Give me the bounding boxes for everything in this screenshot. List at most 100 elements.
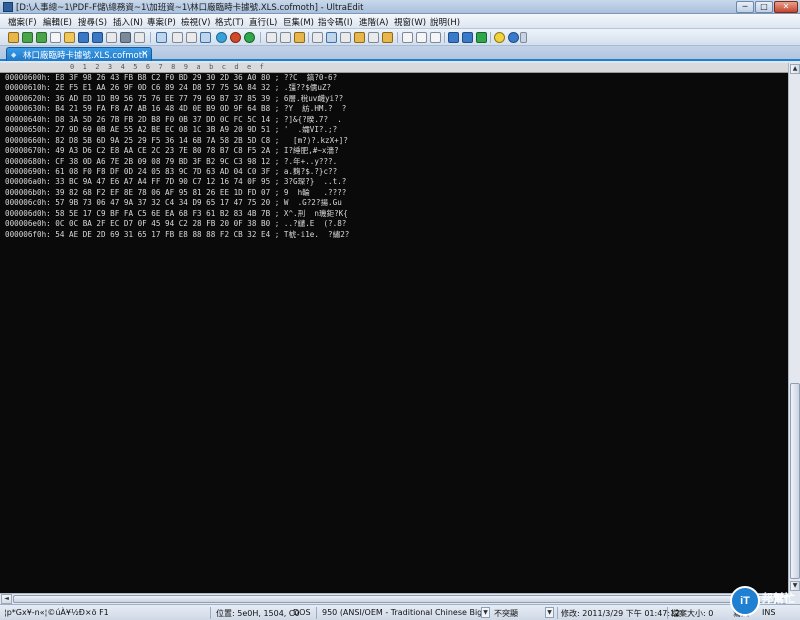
tab-grip-icon: ◆: [11, 51, 17, 59]
hex-line[interactable]: 000006b0h: 39 82 68 F2 EF 8E 78 06 AF 95…: [5, 188, 349, 198]
status-line-ending[interactable]: DOS: [293, 608, 311, 617]
tab-strip: ◆ 林口廠臨時卡據號.XLS.cofmoth ×: [0, 46, 800, 61]
cut-icon[interactable]: [266, 32, 277, 43]
title-bar: [D:\人事總~1\PDF-F儲\總務資~1\加班資~1\林口廠臨時卡據號.XL…: [0, 0, 800, 14]
network-icon[interactable]: [462, 32, 473, 43]
line-numbers-icon[interactable]: [200, 32, 211, 43]
hex-lines: 00000600h: E8 3F 98 26 43 FB B8 C2 F0 BD…: [5, 73, 349, 240]
minimize-button[interactable]: ─: [736, 1, 754, 13]
save-icon[interactable]: [78, 32, 89, 43]
paste-icon[interactable]: [294, 32, 305, 43]
toolbar-separator: [490, 32, 491, 43]
hex-line[interactable]: 000006d0h: 58 5E 17 C9 BF FA C5 6E EA 68…: [5, 209, 349, 219]
menu-macro[interactable]: 巨集(M): [283, 16, 314, 28]
hex-line[interactable]: 000006e0h: 0C 0C BA 2F EC D7 0F 45 94 C2…: [5, 219, 349, 229]
hex-line[interactable]: 00000610h: 2E F5 E1 AA 26 9F 0D C6 89 24…: [5, 83, 349, 93]
copy-icon[interactable]: [280, 32, 291, 43]
hex-line[interactable]: 000006f0h: 54 AE DE 2D 69 31 65 17 FB E8…: [5, 230, 349, 240]
spell-check-icon[interactable]: [382, 32, 393, 43]
scroll-up-icon[interactable]: ▲: [790, 64, 800, 74]
status-highlight[interactable]: 不突顯: [494, 608, 518, 619]
menu-script[interactable]: 指令碼(I): [318, 16, 353, 28]
codepage-dropdown-icon[interactable]: ▼: [481, 607, 490, 618]
close-button[interactable]: ✕: [774, 1, 798, 13]
stop-icon[interactable]: [230, 32, 241, 43]
status-modified: 修改: 2011/3/29 下午 01:47:12: [561, 609, 681, 618]
status-divider: [667, 607, 668, 619]
cascade-icon[interactable]: [430, 32, 441, 43]
menu-window[interactable]: 視窗(W): [394, 16, 426, 28]
toolbar-separator: [397, 32, 398, 43]
back-arrow-icon[interactable]: [22, 32, 33, 43]
help-icon[interactable]: [508, 32, 519, 43]
menu-format[interactable]: 格式(T): [215, 16, 244, 28]
tab-close-icon[interactable]: ×: [141, 49, 149, 59]
watermark-logo: iT: [730, 586, 760, 616]
hex-line[interactable]: 00000620h: 36 AD ED 1D B9 56 75 76 EE 77…: [5, 94, 349, 104]
ftp-icon[interactable]: [448, 32, 459, 43]
status-position: 位置: 5e0H, 1504, C0: [216, 609, 300, 618]
vertical-scrollbar[interactable]: ▲ ▼: [788, 63, 800, 593]
hex-editor-area[interactable]: 00000600h: E8 3F 98 26 43 FB B8 C2 F0 BD…: [0, 73, 788, 593]
menu-view[interactable]: 檢視(V): [181, 16, 210, 28]
replace-icon[interactable]: [340, 32, 351, 43]
lightbulb-icon[interactable]: [494, 32, 505, 43]
maximize-button[interactable]: □: [755, 1, 773, 13]
toolbar-separator: [260, 32, 261, 43]
forward-arrow-icon[interactable]: [36, 32, 47, 43]
menu-help[interactable]: 說明(H): [430, 16, 460, 28]
bookmark-icon[interactable]: [354, 32, 365, 43]
find-in-files-icon[interactable]: [326, 32, 337, 43]
scroll-left-icon[interactable]: ◄: [1, 594, 12, 604]
menu-file[interactable]: 檔案(F): [8, 16, 37, 28]
hex-line[interactable]: 00000650h: 27 9D 69 0B AE 55 A2 BE EC 08…: [5, 125, 349, 135]
hex-line[interactable]: 000006c0h: 57 9B 73 06 47 9A 37 32 C4 34…: [5, 198, 349, 208]
print-icon[interactable]: [120, 32, 131, 43]
menu-advanced[interactable]: 進階(A): [359, 16, 388, 28]
hex-line[interactable]: 00000640h: D8 3A 5D 26 7B FB 2D B8 F0 0B…: [5, 115, 349, 125]
hex-line[interactable]: 00000680h: CF 38 0D A6 7E 2B 09 08 79 BD…: [5, 157, 349, 167]
vertical-scroll-thumb[interactable]: [790, 383, 800, 579]
find-icon[interactable]: [312, 32, 323, 43]
column-mode-icon[interactable]: [186, 32, 197, 43]
hex-line[interactable]: 00000690h: 61 08 F0 F8 DF 0D 24 05 83 9C…: [5, 167, 349, 177]
globe-icon[interactable]: [216, 32, 227, 43]
close-file-icon[interactable]: [106, 32, 117, 43]
status-divider: [210, 607, 211, 619]
app-icon: [3, 2, 13, 12]
highlight-dropdown-icon[interactable]: ▼: [545, 607, 554, 618]
hex-line[interactable]: 00000630h: B4 21 59 FA F8 A7 AB 16 48 4D…: [5, 104, 349, 114]
menu-column[interactable]: 直行(L): [249, 16, 277, 28]
tile-horizontal-icon[interactable]: [402, 32, 413, 43]
horizontal-scrollbar[interactable]: ◄ ►: [0, 593, 788, 604]
menu-project[interactable]: 專案(P): [147, 16, 176, 28]
sync-icon[interactable]: [476, 32, 487, 43]
hex-mode-icon[interactable]: [156, 32, 167, 43]
menu-search[interactable]: 搜尋(S): [78, 16, 107, 28]
status-codepage[interactable]: 950 (ANSI/OEM - Traditional Chinese Big5…: [322, 608, 490, 617]
toolbar-separator: [150, 32, 151, 43]
menu-edit[interactable]: 編輯(E): [43, 16, 72, 28]
print-preview-icon[interactable]: [134, 32, 145, 43]
toolbar-options-icon[interactable]: [520, 32, 527, 43]
horizontal-scroll-thumb[interactable]: [13, 595, 775, 603]
hex-line[interactable]: 00000600h: E8 3F 98 26 43 FB B8 C2 F0 BD…: [5, 73, 349, 83]
new-document-icon[interactable]: [50, 32, 61, 43]
hex-line[interactable]: 00000660h: 82 D8 5B 6D 9A 25 29 F5 36 14…: [5, 136, 349, 146]
tab-current-file[interactable]: ◆ 林口廠臨時卡據號.XLS.cofmoth ×: [6, 47, 152, 61]
goto-line-icon[interactable]: [368, 32, 379, 43]
hex-line[interactable]: 00000670h: 49 A3 D6 C2 E8 AA CE 2C 23 7E…: [5, 146, 349, 156]
refresh-icon[interactable]: [244, 32, 255, 43]
word-wrap-icon[interactable]: [172, 32, 183, 43]
new-file-icon[interactable]: [8, 32, 19, 43]
save-all-icon[interactable]: [92, 32, 103, 43]
tile-vertical-icon[interactable]: [416, 32, 427, 43]
menu-bar: 檔案(F) 編輯(E) 搜尋(S) 插入(N) 專案(P) 檢視(V) 格式(T…: [0, 14, 800, 29]
hex-line[interactable]: 000006a0h: 33 BC 9A 47 E6 A7 A4 FF 7D 90…: [5, 177, 349, 187]
menu-insert[interactable]: 插入(N): [113, 16, 143, 28]
status-file-size: 檔案大小: 0: [671, 609, 714, 618]
toolbar-separator: [444, 32, 445, 43]
toolbar: [0, 29, 800, 46]
ruler-labels: 0 1 2 3 4 5 6 7 8 9 a b c d e f: [70, 63, 264, 71]
open-folder-icon[interactable]: [64, 32, 75, 43]
